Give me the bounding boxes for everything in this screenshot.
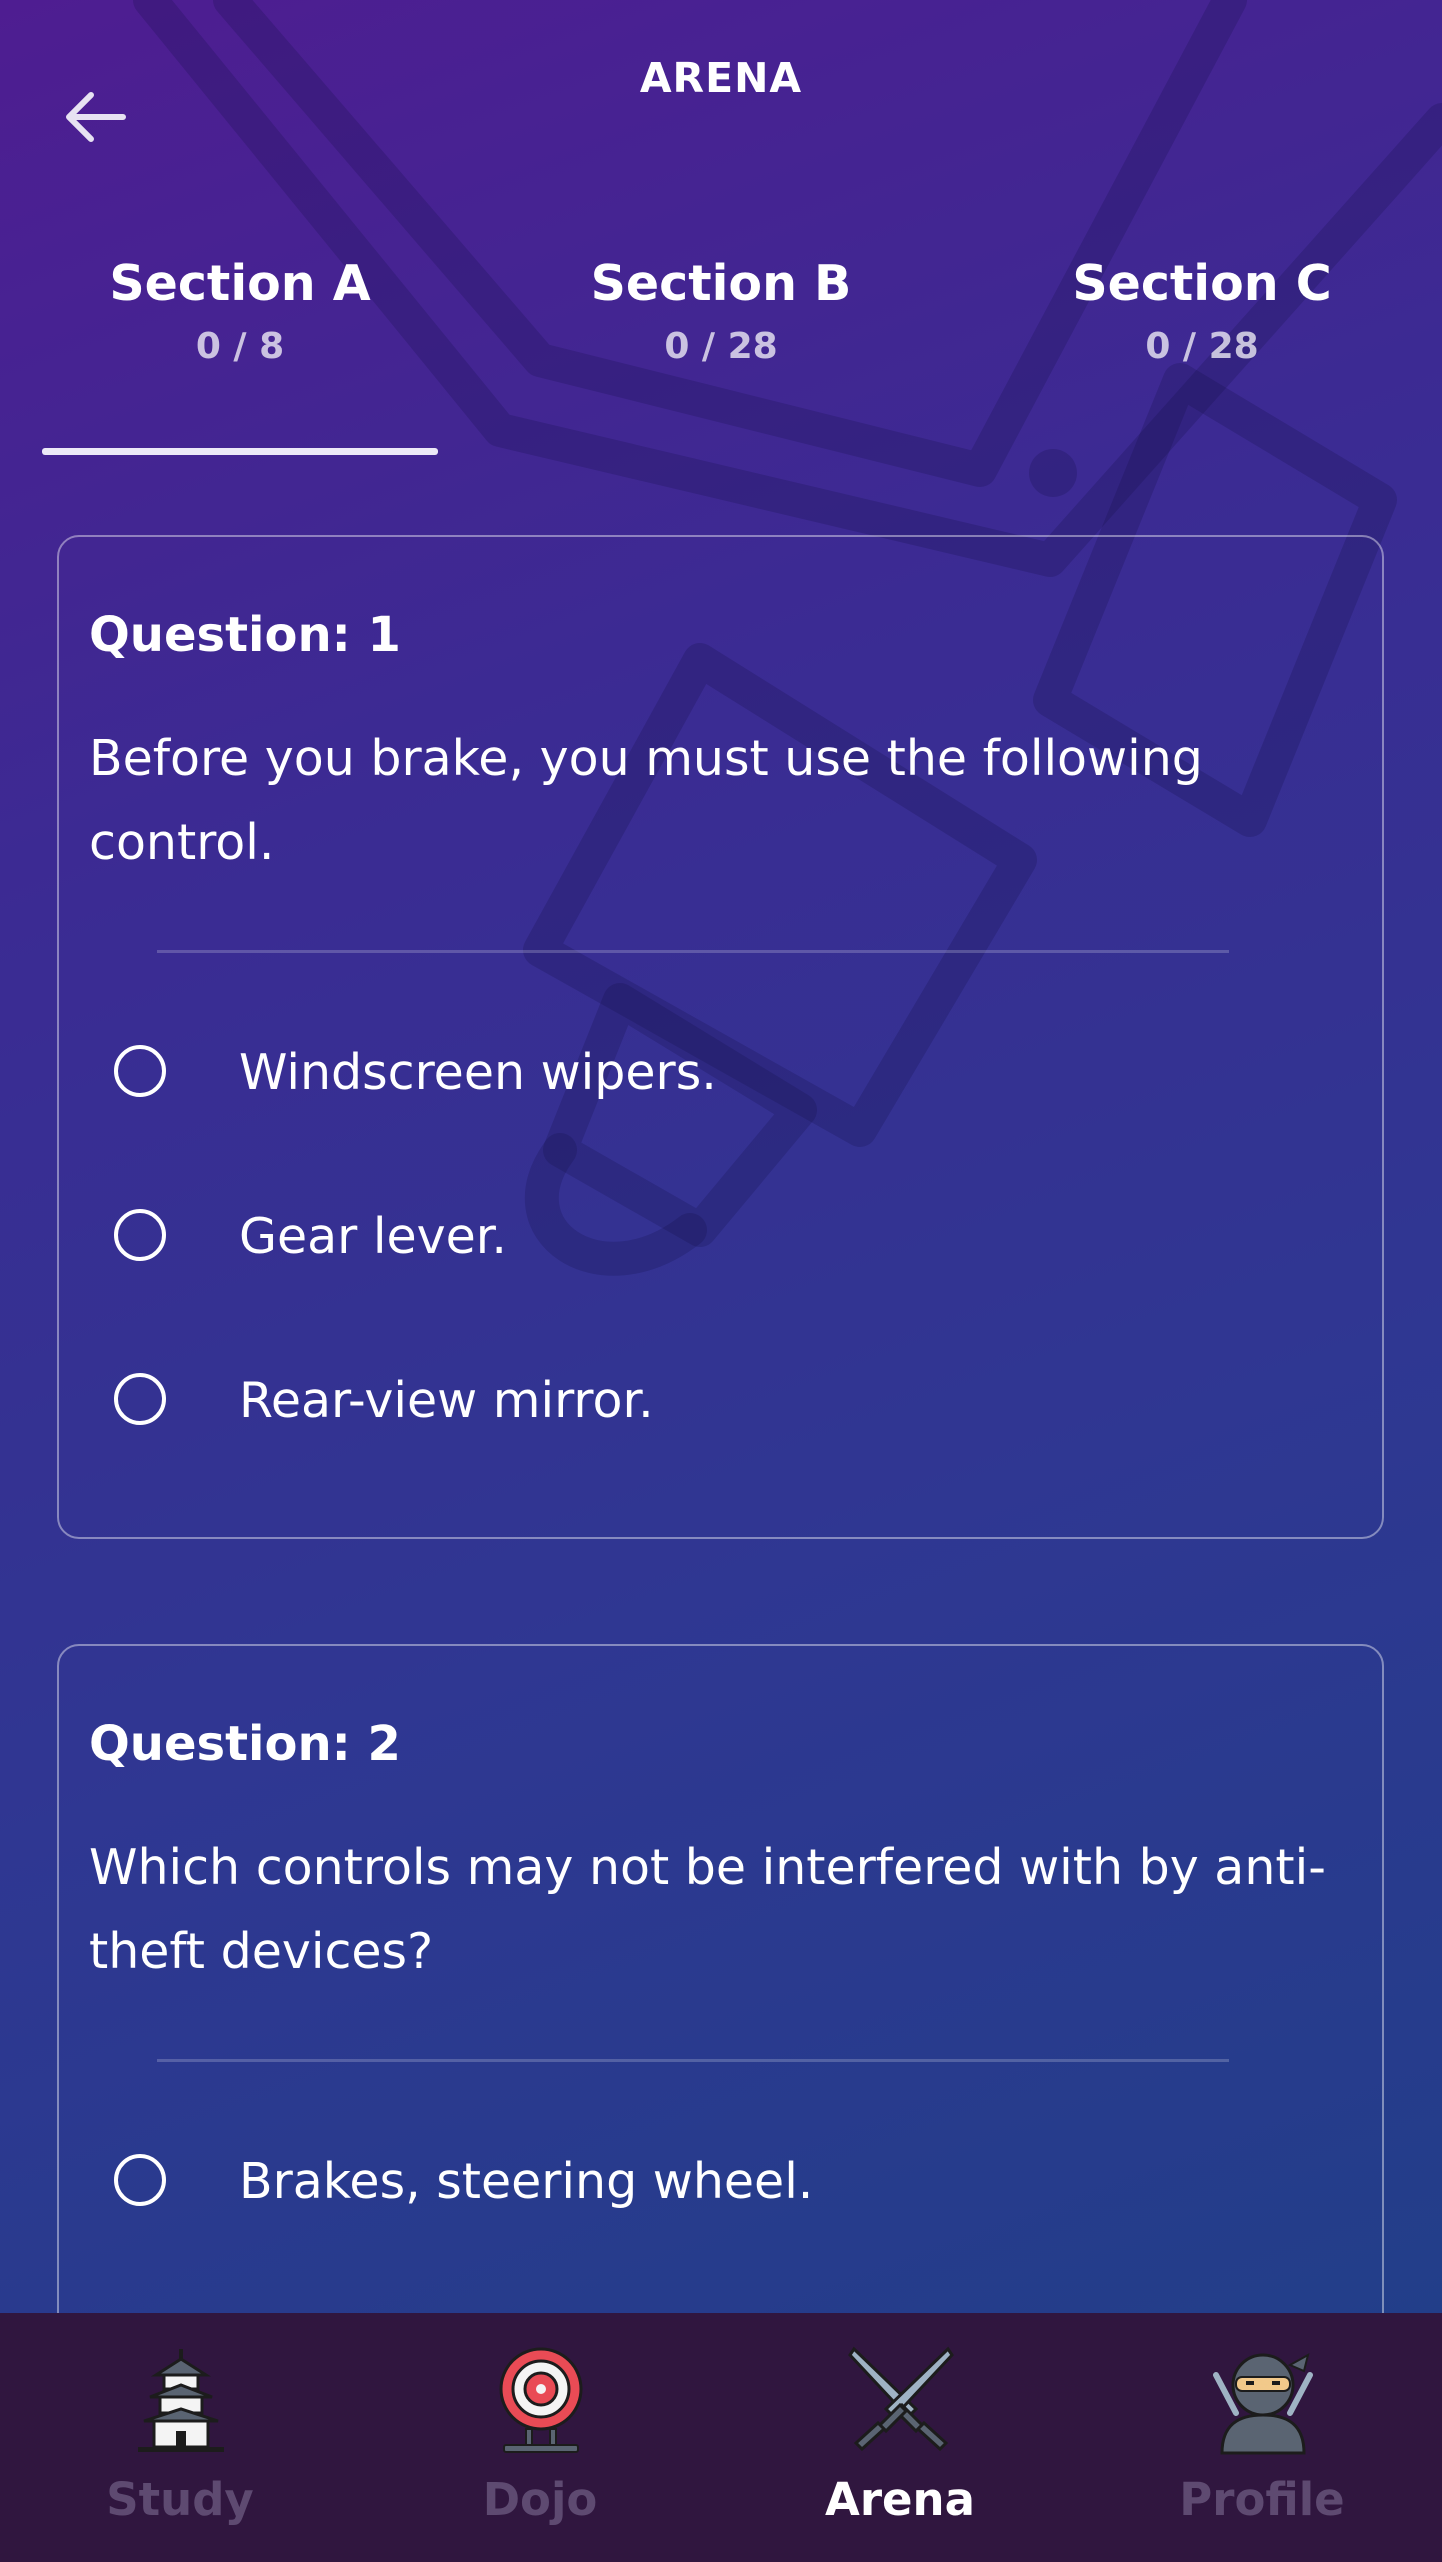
divider <box>157 950 1229 953</box>
answer-option[interactable]: Gear lever. <box>114 1196 1314 1286</box>
nav-item-profile[interactable]: Profile <box>1112 2313 1412 2562</box>
section-tabs: Section A 0 / 8 Section B 0 / 28 Section… <box>0 255 1442 460</box>
nav-label: Dojo <box>482 2473 598 2526</box>
answer-option[interactable]: Brakes, steering wheel. <box>114 2141 1314 2231</box>
pagoda-icon <box>138 2349 224 2452</box>
answer-label: Windscreen wipers. <box>239 1044 717 1101</box>
radio-button[interactable] <box>114 2154 166 2206</box>
radio-button[interactable] <box>114 1373 166 1425</box>
tab-progress-count: 0 / 8 <box>195 326 285 367</box>
answer-label: Brakes, steering wheel. <box>239 2153 814 2210</box>
answer-label: Rear-view mirror. <box>239 1372 654 1429</box>
nav-label: Profile <box>1179 2473 1345 2526</box>
bottom-navigation: Study Dojo Arena Profile <box>0 2313 1442 2562</box>
question-text: Before you brake, you must use the follo… <box>89 730 1203 871</box>
top-bar: ARENA <box>0 0 1442 170</box>
tab-section-a[interactable]: Section A 0 / 8 <box>30 255 450 367</box>
tab-section-b[interactable]: Section B 0 / 28 <box>511 255 931 367</box>
active-tab-indicator <box>42 448 438 455</box>
tab-title: Section C <box>1072 255 1332 312</box>
target-icon <box>499 2347 583 2453</box>
tab-title: Section A <box>109 255 371 312</box>
nav-item-arena[interactable]: Arena <box>750 2313 1050 2562</box>
crossed-swords-icon <box>848 2346 954 2452</box>
answer-option[interactable]: Windscreen wipers. <box>114 1032 1314 1122</box>
nav-item-study[interactable]: Study <box>30 2313 330 2562</box>
ninja-icon <box>1213 2353 1313 2455</box>
question-card-1: Question: 1 Before you brake, you must u… <box>57 535 1384 1539</box>
answer-label: Gear lever. <box>239 1208 507 1265</box>
nav-item-dojo[interactable]: Dojo <box>390 2313 690 2562</box>
tab-title: Section B <box>590 255 852 312</box>
divider <box>157 2059 1229 2062</box>
nav-label: Arena <box>825 2473 975 2526</box>
nav-label: Study <box>106 2473 254 2526</box>
tab-section-c[interactable]: Section C 0 / 28 <box>992 255 1412 367</box>
radio-button[interactable] <box>114 1209 166 1261</box>
tab-progress-count: 0 / 28 <box>664 326 778 367</box>
tab-progress-count: 0 / 28 <box>1145 326 1259 367</box>
question-number: Question: 2 <box>89 1716 401 1772</box>
page-title: ARENA <box>639 54 803 102</box>
question-number: Question: 1 <box>89 607 401 663</box>
answer-option[interactable]: Rear-view mirror. <box>114 1360 1314 1450</box>
radio-button[interactable] <box>114 1045 166 1097</box>
question-text: Which controls may not be interfered wit… <box>89 1839 1326 1980</box>
